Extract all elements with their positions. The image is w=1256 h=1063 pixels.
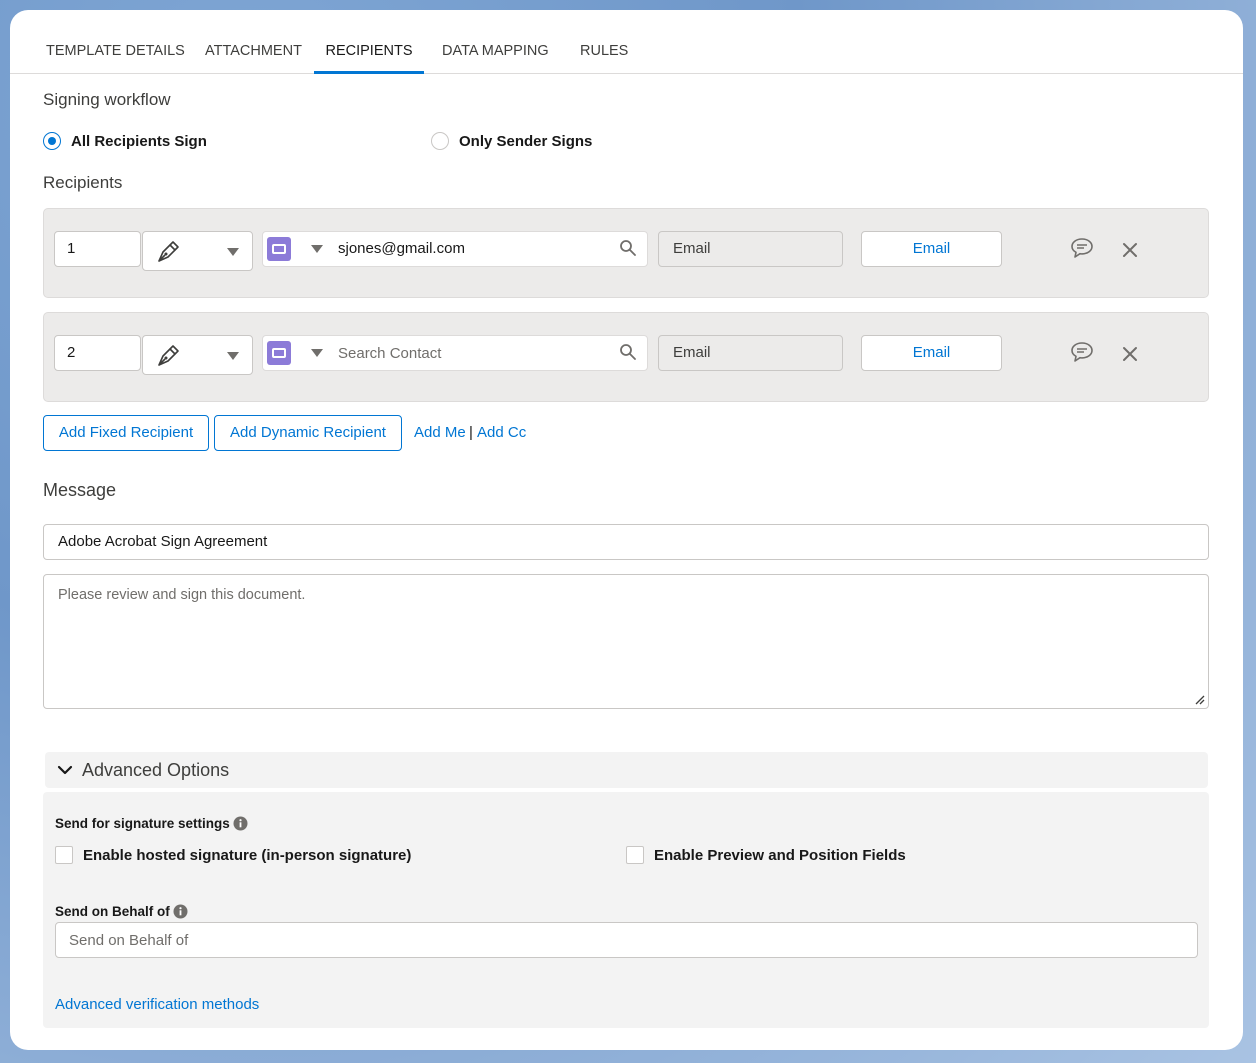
add-me-link[interactable]: Add Me — [414, 424, 466, 441]
delivery-method-field: Email — [658, 231, 843, 267]
search-icon[interactable] — [619, 239, 637, 257]
checkbox-icon[interactable] — [55, 846, 73, 864]
info-icon[interactable] — [233, 816, 248, 831]
search-icon[interactable] — [619, 343, 637, 361]
search-contact-input[interactable] — [338, 339, 608, 367]
hosted-signature-checkbox[interactable]: Enable hosted signature (in-person signa… — [55, 846, 411, 864]
recipient-row: 1 sjones@gmail.com Email Email — [43, 208, 1209, 298]
comment-icon[interactable] — [1070, 237, 1094, 259]
tab-rules[interactable]: RULES — [562, 10, 646, 74]
signing-workflow-label: Signing workflow — [43, 90, 171, 109]
tab-attachment[interactable]: ATTACHMENT — [187, 10, 320, 74]
radio-only-sender-signs[interactable]: Only Sender Signs — [431, 132, 592, 150]
advanced-verification-link[interactable]: Advanced verification methods — [55, 996, 259, 1013]
add-cc-link[interactable]: Add Cc — [477, 424, 526, 441]
chevron-down-icon[interactable] — [311, 349, 323, 357]
preview-position-checkbox[interactable]: Enable Preview and Position Fields — [626, 846, 906, 864]
contact-value[interactable]: sjones@gmail.com — [338, 232, 465, 266]
contact-card-icon — [267, 237, 291, 261]
comment-icon[interactable] — [1070, 341, 1094, 363]
email-button[interactable]: Email — [861, 231, 1002, 267]
radio-unchecked-icon[interactable] — [431, 132, 449, 150]
signature-settings-text: Send for signature settings — [55, 816, 230, 831]
recipient-row: 2 Email Email — [43, 312, 1209, 402]
add-fixed-recipient-button[interactable]: Add Fixed Recipient — [43, 415, 209, 451]
hosted-signature-label: Enable hosted signature (in-person signa… — [83, 846, 412, 864]
recipient-order-input[interactable]: 1 — [54, 231, 141, 267]
contact-lookup[interactable] — [262, 335, 648, 371]
tab-bar: TEMPLATE DETAILS ATTACHMENT RECIPIENTS D… — [10, 10, 1243, 74]
pen-icon — [158, 345, 179, 366]
recipient-role-select[interactable] — [142, 231, 253, 271]
pen-icon — [158, 241, 179, 262]
message-body-textarea[interactable]: Please review and sign this document. — [43, 574, 1209, 709]
advanced-options-panel: Send for signature settings Enable hoste… — [43, 792, 1209, 1028]
add-dynamic-recipient-button[interactable]: Add Dynamic Recipient — [214, 415, 402, 451]
tab-recipients[interactable]: RECIPIENTS — [314, 10, 424, 74]
link-separator: | — [469, 424, 473, 441]
resize-handle-icon[interactable] — [1193, 693, 1205, 705]
tab-template-details[interactable]: TEMPLATE DETAILS — [28, 10, 203, 74]
preview-position-label: Enable Preview and Position Fields — [654, 846, 906, 864]
radio-label: Only Sender Signs — [459, 132, 593, 150]
radio-all-recipients-sign[interactable]: All Recipients Sign — [43, 132, 207, 150]
chevron-down-icon — [227, 352, 239, 360]
close-icon[interactable] — [1122, 346, 1138, 362]
radio-label: All Recipients Sign — [71, 132, 207, 150]
info-icon[interactable] — [173, 904, 188, 919]
template-editor-card: TEMPLATE DETAILS ATTACHMENT RECIPIENTS D… — [10, 10, 1243, 1050]
radio-checked-icon[interactable] — [43, 132, 61, 150]
advanced-options-title: Advanced Options — [82, 760, 230, 780]
contact-card-icon — [267, 341, 291, 365]
recipient-role-select[interactable] — [142, 335, 253, 375]
chevron-down-icon — [57, 765, 73, 775]
send-on-behalf-input[interactable] — [55, 922, 1198, 958]
recipients-label: Recipients — [43, 173, 123, 192]
tab-data-mapping[interactable]: DATA MAPPING — [424, 10, 567, 74]
recipient-order-input[interactable]: 2 — [54, 335, 141, 371]
signature-settings-label: Send for signature settings — [55, 816, 248, 831]
message-subject-input[interactable]: Adobe Acrobat Sign Agreement — [43, 524, 1209, 560]
chevron-down-icon — [227, 248, 239, 256]
contact-lookup[interactable]: sjones@gmail.com — [262, 231, 648, 267]
delivery-method-field: Email — [658, 335, 843, 371]
checkbox-icon[interactable] — [626, 846, 644, 864]
advanced-options-toggle[interactable]: Advanced Options — [45, 752, 1208, 788]
behalf-label-text: Send on Behalf of — [55, 904, 170, 919]
email-button[interactable]: Email — [861, 335, 1002, 371]
behalf-label: Send on Behalf of — [55, 904, 188, 919]
close-icon[interactable] — [1122, 242, 1138, 258]
message-label: Message — [43, 480, 117, 500]
chevron-down-icon[interactable] — [311, 245, 323, 253]
message-body-placeholder: Please review and sign this document. — [58, 587, 306, 603]
